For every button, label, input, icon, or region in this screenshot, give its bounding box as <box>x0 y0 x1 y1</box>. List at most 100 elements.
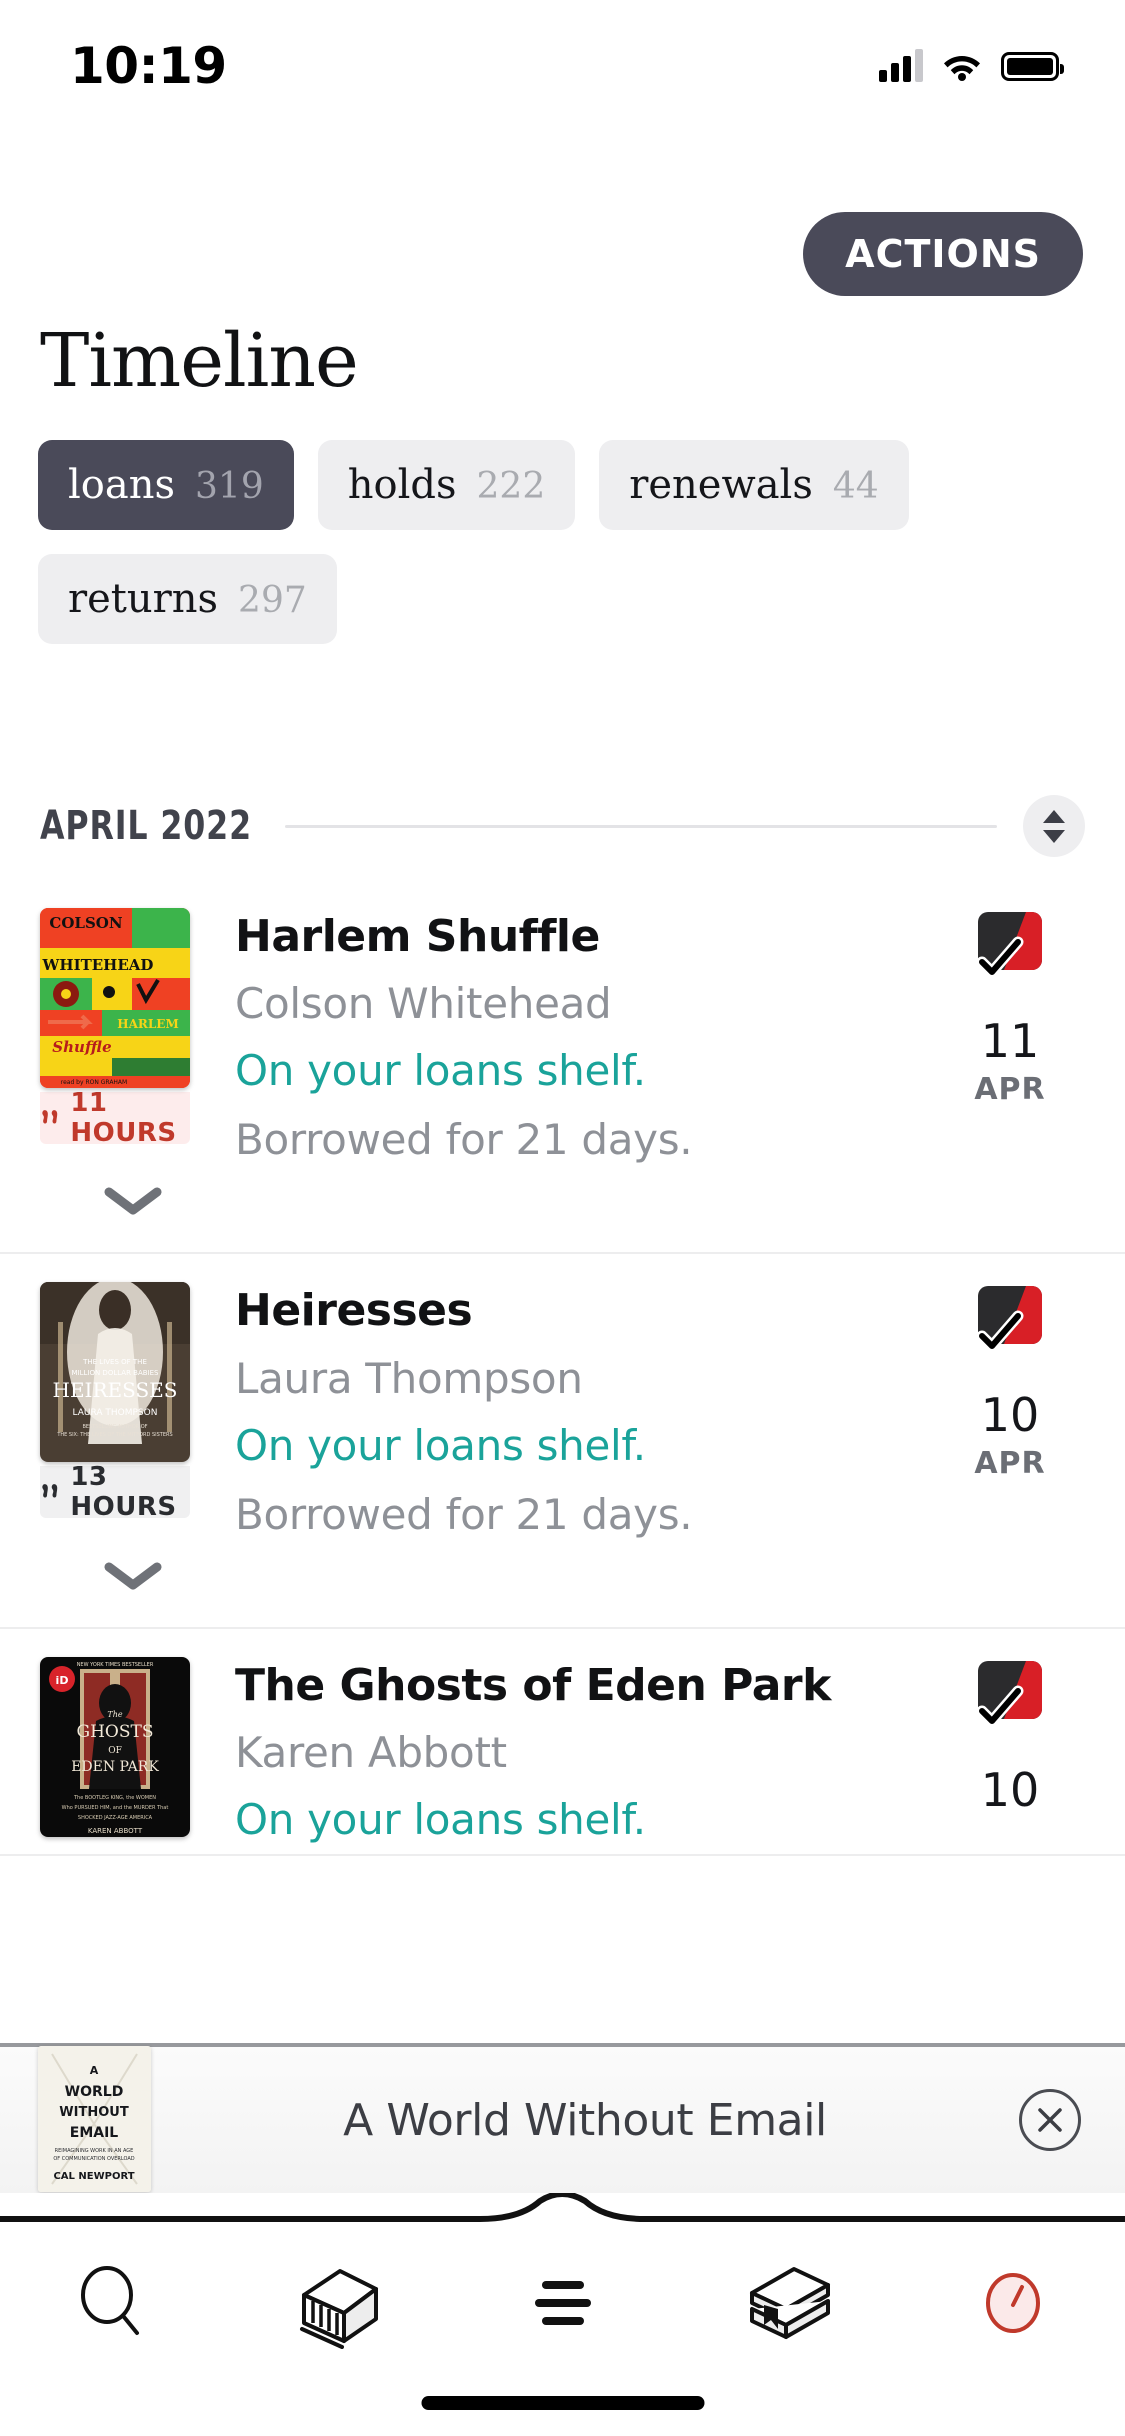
signal-bars-icon <box>879 49 923 82</box>
svg-text:The: The <box>107 1710 122 1719</box>
timeline-entry[interactable]: COLSON WHITEHEAD HARLEM Shuffle read by … <box>0 880 1125 1255</box>
timeline-clock-icon <box>985 2273 1040 2333</box>
entry-date: 10 APR <box>935 1282 1085 1481</box>
tab-timeline[interactable] <box>900 2223 1125 2383</box>
timeline-list: COLSON WHITEHEAD HARLEM Shuffle read by … <box>0 880 1125 1856</box>
entry-info: Harlem Shuffle Colson Whitehead On your … <box>225 908 935 1165</box>
svg-text:MILLION DOLLAR BABIES: MILLION DOLLAR BABIES <box>71 1369 159 1377</box>
triangle-down-icon <box>1043 829 1065 843</box>
expand-entry-button[interactable] <box>40 1539 225 1617</box>
svg-text:WITHOUT: WITHOUT <box>59 2105 129 2120</box>
actions-button[interactable]: ACTIONS <box>803 212 1083 296</box>
duration-badge: 13 HOURS <box>40 1462 190 1522</box>
loan-check-badge-icon <box>976 912 1042 978</box>
filter-chip-count: 319 <box>195 466 264 507</box>
heiresses-cover[interactable]: THE LIVES OF THE MILLION DOLLAR BABIES H… <box>40 1282 190 1463</box>
earbuds-icon <box>42 1484 58 1498</box>
book-status: On your loans shelf. <box>235 1420 646 1470</box>
filter-chip-label: returns <box>68 576 219 622</box>
filter-chip-count: 222 <box>476 466 546 507</box>
loan-check-badge-icon <box>976 1660 1042 1727</box>
entry-day: 11 <box>980 1014 1040 1068</box>
filter-chip-returns[interactable]: returns 297 <box>38 554 337 644</box>
svg-text:EDEN PARK: EDEN PARK <box>71 1759 159 1775</box>
svg-text:NEW YORK TIMES BESTSELLER: NEW YORK TIMES BESTSELLER <box>77 1662 154 1668</box>
filter-chip-count: 297 <box>238 580 307 621</box>
harlem-shuffle-cover[interactable]: COLSON WHITEHEAD HARLEM Shuffle read by … <box>40 908 190 1088</box>
close-icon[interactable] <box>1019 2089 1081 2151</box>
tab-shelves[interactable] <box>675 2223 900 2383</box>
svg-text:HARLEM: HARLEM <box>117 1017 179 1031</box>
filter-chip-renewals[interactable]: renewals 44 <box>599 440 909 530</box>
entry-date: 10 <box>935 1657 1085 1817</box>
filter-chip-label: loans <box>68 462 176 508</box>
sort-updown-icon[interactable] <box>1023 795 1085 857</box>
chevron-down-icon <box>104 1562 161 1590</box>
status-time: 10:19 <box>70 37 227 95</box>
svg-text:A: A <box>90 2064 99 2077</box>
entry-date: 11 APR <box>935 908 1085 1107</box>
svg-text:Who PURSUED HIM, and the MURDE: Who PURSUED HIM, and the MURDER That <box>62 1805 169 1811</box>
expand-entry-button[interactable] <box>40 1164 225 1242</box>
svg-text:OF COMMUNICATION OVERLOAD: OF COMMUNICATION OVERLOAD <box>53 2156 134 2162</box>
entry-info: Heiresses Laura Thompson On your loans s… <box>225 1282 935 1539</box>
book-author: Karen Abbott <box>235 1727 507 1777</box>
svg-text:iD: iD <box>56 1674 69 1687</box>
svg-text:WHITEHEAD: WHITEHEAD <box>42 956 154 974</box>
svg-text:CAL NEWPORT: CAL NEWPORT <box>53 2171 134 2182</box>
book-status: On your loans shelf. <box>235 1046 646 1096</box>
wifi-icon <box>944 56 980 81</box>
entry-day: 10 <box>980 1388 1040 1443</box>
entry-info: The Ghosts of Eden Park Karen Abbott On … <box>225 1657 935 1844</box>
tab-menu[interactable] <box>450 2223 675 2383</box>
svg-text:WORLD: WORLD <box>65 2084 124 2100</box>
loan-check-badge-icon <box>976 1286 1042 1352</box>
menu-icon <box>534 2281 591 2325</box>
tabbar-notch <box>0 2193 1125 2222</box>
search-icon <box>80 2266 139 2335</box>
filter-chip-label: renewals <box>629 462 813 508</box>
tab-bar-items <box>0 2223 1125 2383</box>
svg-text:COLSON: COLSON <box>49 914 122 932</box>
timeline-entry[interactable]: iD NEW YORK TIMES BESTSELLER The GHOSTS … <box>0 1629 1125 1856</box>
svg-text:HEIRESSES: HEIRESSES <box>53 1378 178 1402</box>
status-icons <box>879 49 1064 82</box>
a-world-without-email-cover[interactable]: A WORLD WITHOUT EMAIL REIMAGINING WORK I… <box>38 2046 151 2192</box>
svg-text:OF: OF <box>108 1746 122 1756</box>
library-icon <box>299 2269 378 2349</box>
tab-library[interactable] <box>225 2223 450 2383</box>
book-author: Colson Whitehead <box>235 979 612 1029</box>
svg-text:GHOSTS: GHOSTS <box>77 1722 154 1742</box>
book-title[interactable]: Harlem Shuffle <box>235 912 935 962</box>
filter-chip-holds[interactable]: holds 222 <box>317 440 576 530</box>
book-note: Borrowed for 21 days. <box>235 1115 693 1165</box>
timeline-entry[interactable]: THE LIVES OF THE MILLION DOLLAR BABIES H… <box>0 1254 1125 1629</box>
duration-label: 13 HOURS <box>70 1462 177 1523</box>
triangle-up-icon <box>1043 809 1065 823</box>
svg-text:read by RON GRAHAM: read by RON GRAHAM <box>61 1079 127 1086</box>
book-title[interactable]: Heiresses <box>235 1286 935 1336</box>
svg-text:LAURA THOMPSON: LAURA THOMPSON <box>73 1408 158 1418</box>
tab-bar <box>0 2193 1125 2436</box>
mini-player-bar[interactable]: A WORLD WITHOUT EMAIL REIMAGINING WORK I… <box>0 2043 1125 2193</box>
section-title: APRIL 2022 <box>40 803 253 849</box>
tab-search[interactable] <box>0 2223 225 2383</box>
svg-text:Shuffle: Shuffle <box>52 1038 111 1056</box>
section-divider <box>284 824 997 828</box>
svg-text:EMAIL: EMAIL <box>70 2125 119 2141</box>
phone-screen: 10:19 ACTIONS Timeline loans 319 holds 2… <box>0 0 1125 2436</box>
filter-chip-loans[interactable]: loans 319 <box>38 440 294 530</box>
earbuds-icon <box>42 1110 58 1124</box>
duration-badge: 11 HOURS <box>40 1088 190 1148</box>
svg-text:THE SIX: THE LIVES OF THE MITF: THE SIX: THE LIVES OF THE MITFORD SISTER… <box>56 1432 172 1438</box>
duration-label: 11 HOURS <box>70 1088 177 1148</box>
status-bar: 10:19 <box>0 0 1125 132</box>
ghosts-eden-park-cover[interactable]: iD NEW YORK TIMES BESTSELLER The GHOSTS … <box>40 1656 190 1837</box>
shelves-icon <box>749 2267 830 2339</box>
cover-column: COLSON WHITEHEAD HARLEM Shuffle read by … <box>40 908 225 1148</box>
home-indicator <box>421 2396 704 2410</box>
book-title[interactable]: The Ghosts of Eden Park <box>235 1660 935 1710</box>
svg-text:BESTSELLING AUTHOR OF: BESTSELLING AUTHOR OF <box>82 1424 147 1430</box>
section-header: APRIL 2022 <box>40 795 1085 857</box>
svg-text:The BOOTLEG KING, the WOMEN: The BOOTLEG KING, the WOMEN <box>73 1795 156 1801</box>
